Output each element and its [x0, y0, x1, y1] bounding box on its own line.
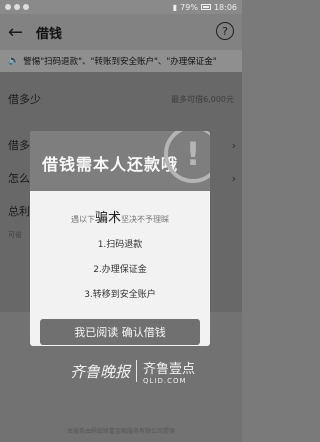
- status-icons-right: ▮ 79% 18:06: [173, 3, 237, 12]
- watermark-divider: [136, 360, 138, 382]
- dialog-title: 借钱需本人还款哦: [42, 155, 179, 174]
- confirm-borrow-button[interactable]: 我已阅读 确认借钱: [40, 319, 200, 345]
- clock: 18:06: [213, 2, 237, 12]
- warning-emphasis: 骗术: [94, 211, 121, 226]
- status-bar: ▮ 79% 18:06: [0, 0, 242, 14]
- scam-item-1: 1.扫码退款: [97, 240, 143, 250]
- service-footer: 本服务由蚂蚁财富金融服务有限公司提供: [66, 428, 175, 435]
- warning-text: 遇以下骗术坚决不予理睬: [30, 207, 210, 226]
- scam-item-2: 2.办理保证金: [93, 265, 147, 275]
- battery-percent: 79%: [180, 2, 198, 12]
- status-icons-left: [5, 4, 29, 10]
- battery-icon: [200, 4, 211, 10]
- warning-prefix: 遇以下: [70, 215, 95, 224]
- warning-suffix: 坚决不予理睬: [121, 215, 169, 224]
- watermark-brand-name: 齐鲁壹点: [143, 361, 196, 377]
- notification-icon: [5, 4, 11, 10]
- watermark-domain: QLID.COM: [143, 376, 187, 385]
- notification-icon-2: [14, 4, 20, 10]
- exclamation-icon: !: [164, 131, 210, 183]
- scam-item-3: 3.转移到安全账户: [84, 290, 156, 300]
- watermark-brand: 齐鲁壹点 QLID.COM: [143, 358, 195, 385]
- dialog-header: 借钱需本人还款哦 !: [30, 131, 210, 191]
- notification-icon-3: [23, 4, 29, 10]
- watermark-qilu-evening: 齐鲁晚报: [70, 362, 131, 381]
- newspaper-watermark: 齐鲁晚报 齐鲁壹点 QLID.COM: [70, 356, 230, 386]
- anti-fraud-dialog: 借钱需本人还款哦 ! 遇以下骗术坚决不予理睬 1.扫码退款 2.办理保证金 3.…: [30, 131, 210, 346]
- signal-icon: ▮: [172, 2, 178, 12]
